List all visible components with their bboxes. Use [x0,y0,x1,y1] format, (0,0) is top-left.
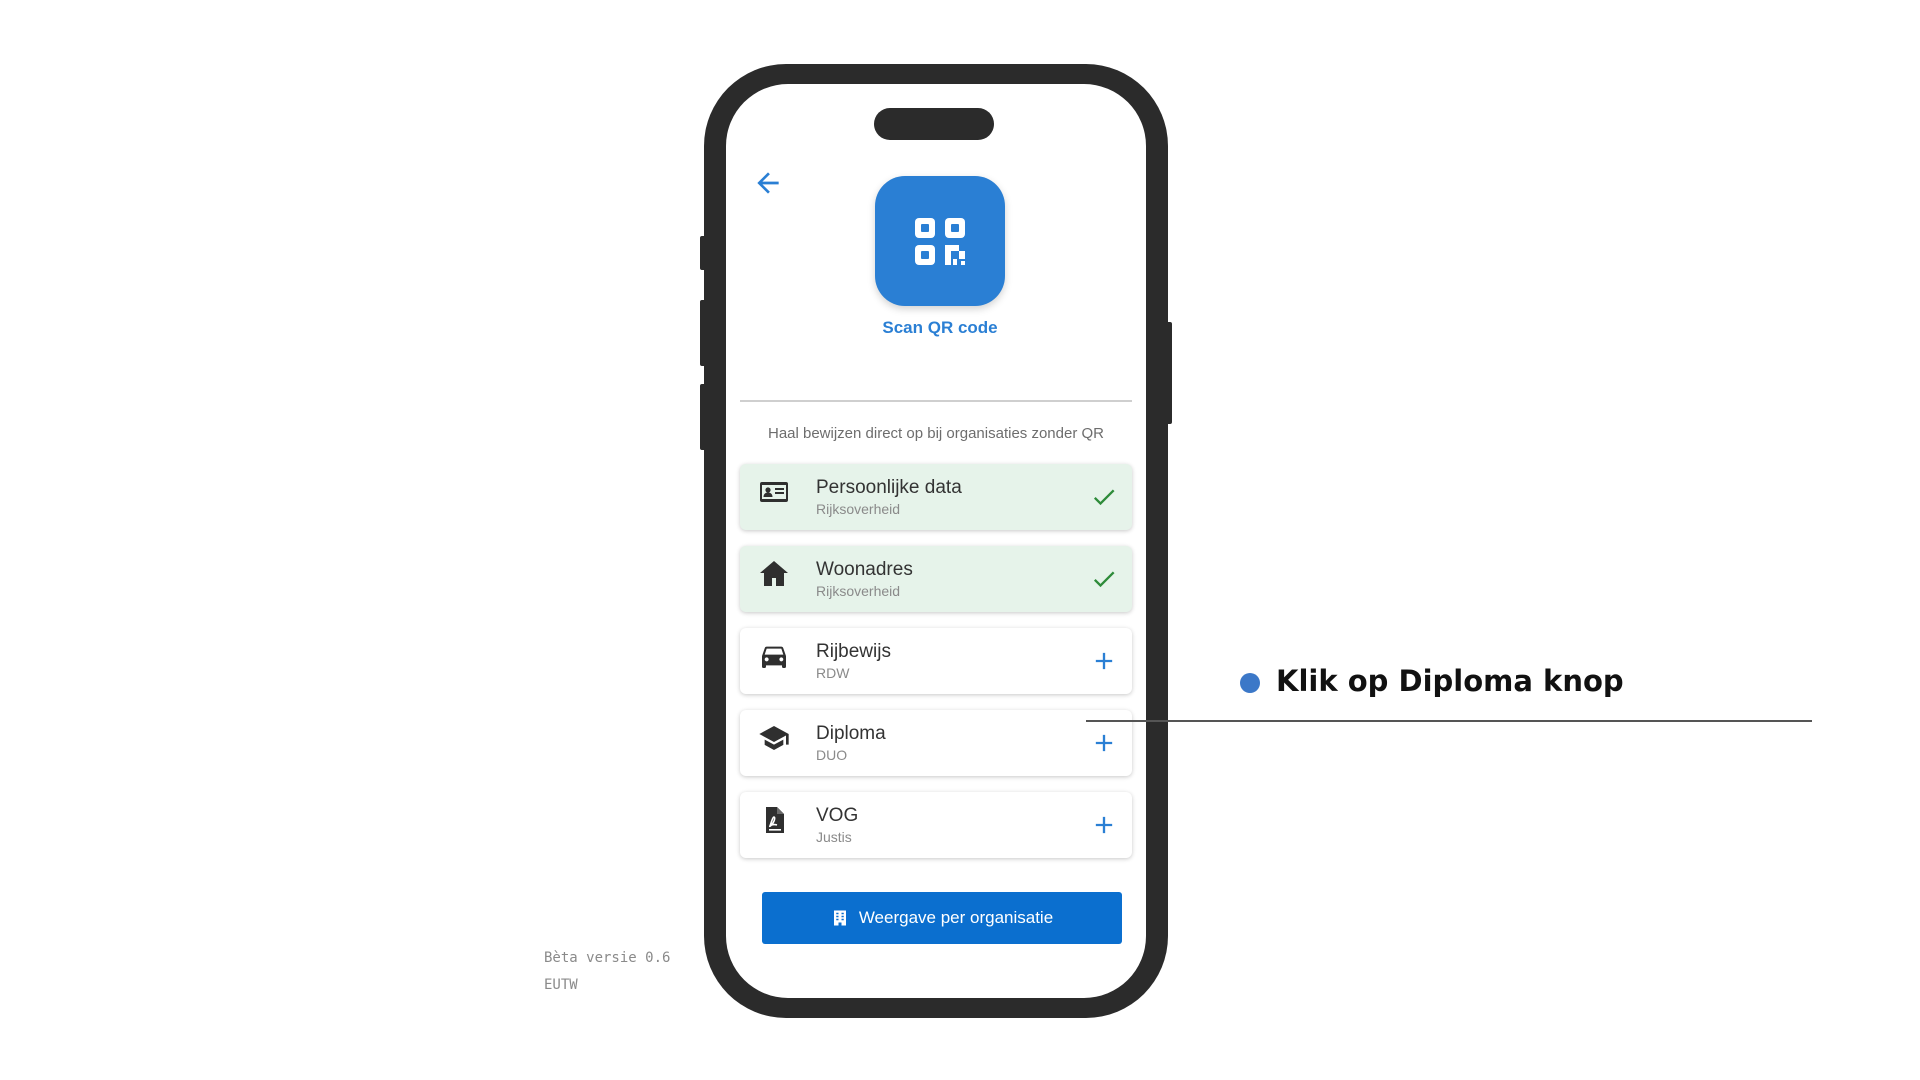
version-tag: EUTW [544,977,578,993]
id-card-icon [760,482,788,502]
callout-instruction: Klik op Diploma knop [1276,664,1624,698]
check-icon [1093,571,1115,588]
card-vog[interactable]: VOG Justis [740,792,1132,858]
house-icon [760,561,788,586]
card-subtitle: Rijksoverheid [816,501,901,517]
plus-icon[interactable] [1090,729,1118,757]
callout-pointer-line [1086,720,1812,722]
view-by-organisation-button[interactable]: Weergave per organisatie [762,892,1122,944]
scan-qr-label: Scan QR code [882,318,998,337]
plus-icon[interactable] [1090,647,1118,675]
card-subtitle: RDW [816,665,850,681]
phone-screen: Scan QR code Haal bewijzen direct op bij… [726,84,1146,998]
card-title: Woonadres [816,559,913,580]
version-label: Bèta versie 0.6 [544,950,671,966]
card-rijbewijs[interactable]: Rijbewijs RDW [740,628,1132,694]
card-title: Persoonlijke data [816,477,962,498]
arrow-left-icon [757,172,779,194]
card-subtitle: Justis [816,829,852,845]
graduation-cap-icon [759,726,789,750]
card-persoonlijke-data[interactable]: Persoonlijke data Rijksoverheid [740,464,1132,530]
document-icon [766,807,784,833]
section-divider [740,400,1132,402]
phone-frame: Scan QR code Haal bewijzen direct op bij… [704,64,1168,1018]
card-title: Diploma [816,723,886,744]
hint-text: Haal bewijzen direct op bij organisaties… [767,425,1104,442]
card-diploma[interactable]: Diploma DUO [740,710,1132,776]
building-icon [833,910,846,926]
plus-icon[interactable] [1090,811,1118,839]
car-icon [762,646,786,668]
card-subtitle: Rijksoverheid [816,583,901,599]
scan-qr-button[interactable] [875,176,1005,306]
dynamic-island [874,108,994,140]
qr-code-icon [915,218,965,265]
back-button[interactable] [752,167,784,199]
version-info: Bèta versie 0.6 EUTW [544,945,670,999]
view-by-organisation-label: Weergave per organisatie [858,908,1054,927]
card-title: Rijbewijs [816,641,891,662]
check-icon [1093,489,1115,506]
card-subtitle: DUO [816,747,848,763]
callout-bullet [1240,673,1260,693]
card-woonadres[interactable]: Woonadres Rijksoverheid [740,546,1132,612]
card-title: VOG [816,805,859,826]
